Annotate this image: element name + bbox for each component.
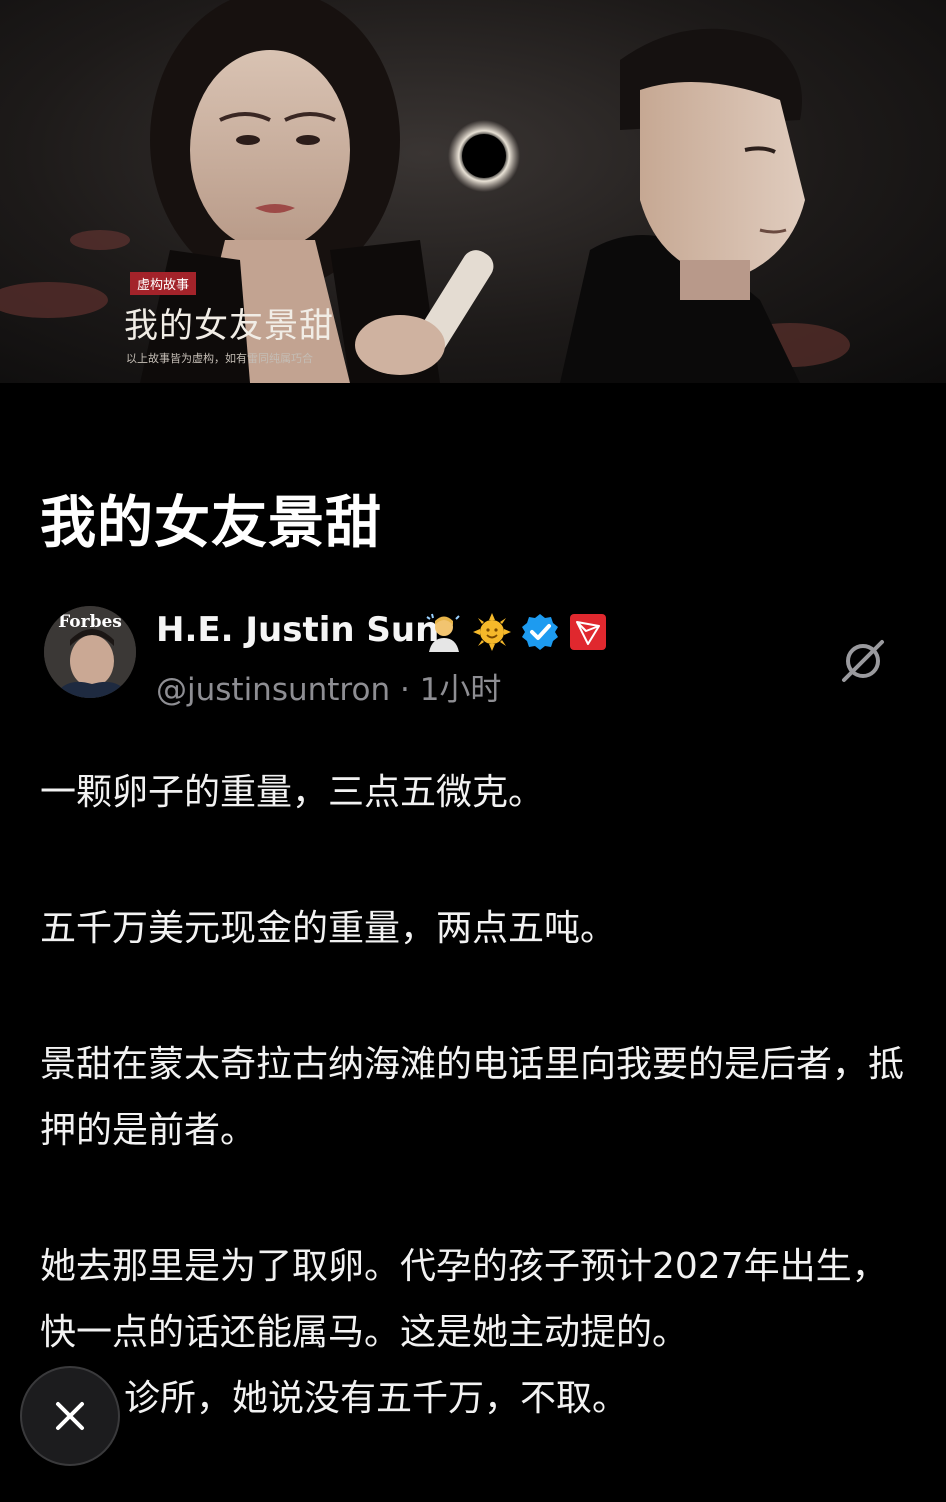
article-title: 我的女友景甜: [40, 491, 382, 556]
paragraph: 她去那里是为了取卵。代孕的孩子预计2027年出生，快一点的话还能属马。这是她主动…: [40, 1246, 888, 1353]
author-row[interactable]: Forbes H.E. Justin Sun @justinsuntron · …: [44, 606, 904, 709]
grok-icon[interactable]: [840, 638, 886, 684]
paragraph: 诊所，她说没有五千万，不取。: [124, 1378, 629, 1419]
paragraph: 一颗卵子的重量，三点五微克。: [40, 772, 545, 813]
verified-badge-icon[interactable]: [520, 612, 560, 652]
paragraph: 景甜在蒙太奇拉古纳海滩的电话里向我要的是后者，抵押的是前者。: [40, 1044, 905, 1151]
fiction-badge: 虚构故事: [130, 272, 197, 295]
author-badges: [424, 610, 608, 654]
avatar-forbes-text: Forbes: [58, 612, 122, 632]
cover-disclaimer: 以上故事皆为虚构，如有雷同纯属巧合: [126, 352, 313, 365]
cover-title: 我的女友景甜: [124, 306, 334, 346]
sun-emoji-icon: [472, 612, 512, 652]
person-emoji-icon: [424, 612, 464, 652]
article-body: 一颗卵子的重量，三点五微克。 五千万美元现金的重量，两点五吨。 景甜在蒙太奇拉古…: [40, 760, 910, 1502]
author-name[interactable]: H.E. Justin Sun: [156, 610, 439, 650]
post-time: 1小时: [419, 672, 502, 708]
paragraph: 五千万美元现金的重量，两点五吨。: [40, 908, 617, 949]
author-meta: @justinsuntron · 1小时: [156, 664, 501, 709]
meta-separator: ·: [399, 672, 410, 708]
avatar[interactable]: Forbes: [44, 606, 136, 698]
close-icon: [56, 1402, 84, 1430]
tron-logo-icon[interactable]: [568, 612, 608, 652]
close-button[interactable]: [20, 1366, 120, 1466]
cover-image[interactable]: 虚构故事 我的女友景甜 以上故事皆为虚构，如有雷同纯属巧合: [0, 0, 946, 383]
author-handle[interactable]: @justinsuntron: [156, 672, 390, 708]
